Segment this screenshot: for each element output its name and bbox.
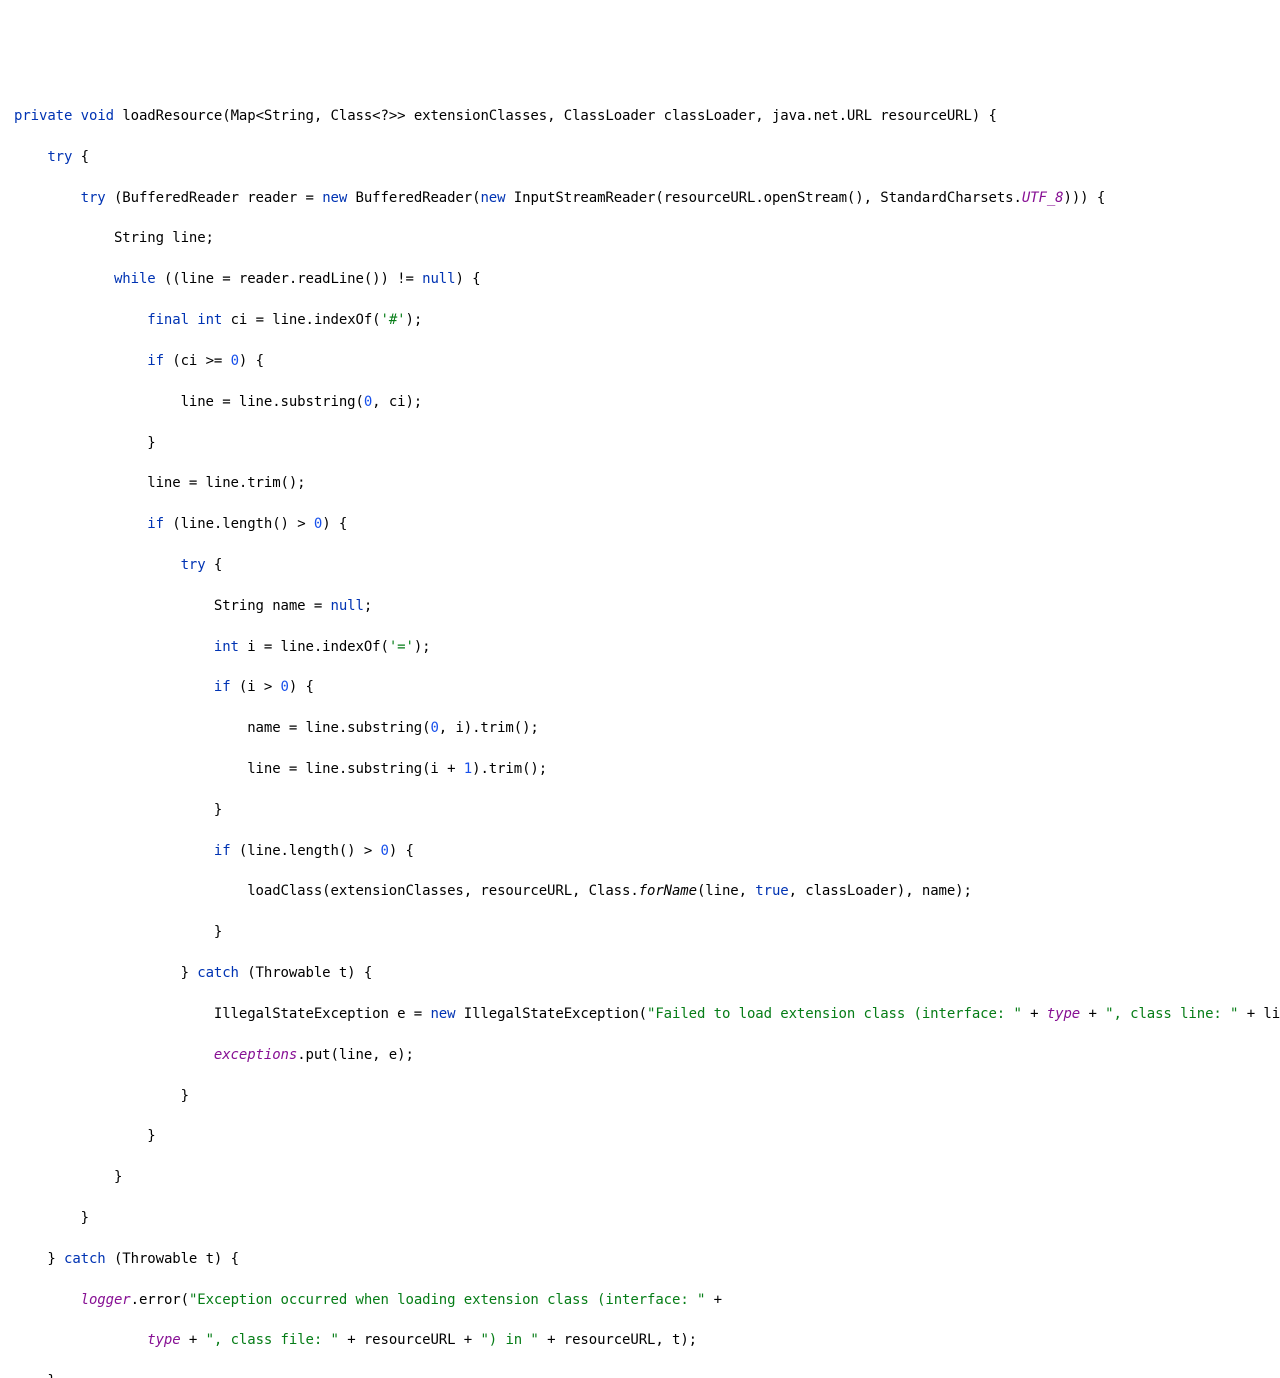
- code-line: if (line.length() > 0) {: [14, 841, 1266, 861]
- code-line: loadClass(extensionClasses, resourceURL,…: [14, 881, 1266, 901]
- code-line: try (BufferedReader reader = new Buffere…: [14, 188, 1266, 208]
- code-line: try {: [14, 147, 1266, 167]
- code-line: while ((line = reader.readLine()) != nul…: [14, 269, 1266, 289]
- code-line: }: [14, 922, 1266, 942]
- code-line: type + ", class file: " + resourceURL + …: [14, 1330, 1266, 1350]
- code-line: int i = line.indexOf('=');: [14, 637, 1266, 657]
- code-line: name = line.substring(0, i).trim();: [14, 718, 1266, 738]
- code-line: }: [14, 1371, 1266, 1378]
- code-line: }: [14, 433, 1266, 453]
- code-line: }: [14, 800, 1266, 820]
- code-line: line = line.substring(0, ci);: [14, 392, 1266, 412]
- code-line: if (line.length() > 0) {: [14, 514, 1266, 534]
- code-line: }: [14, 1086, 1266, 1106]
- code-line: String line;: [14, 228, 1266, 248]
- code-line: String name = null;: [14, 596, 1266, 616]
- code-block: private void loadResource(Map<String, Cl…: [14, 86, 1266, 1378]
- code-line: if (ci >= 0) {: [14, 351, 1266, 371]
- code-line: if (i > 0) {: [14, 677, 1266, 697]
- code-line: final int ci = line.indexOf('#');: [14, 310, 1266, 330]
- code-line: private void loadResource(Map<String, Cl…: [14, 106, 1266, 126]
- code-line: exceptions.put(line, e);: [14, 1045, 1266, 1065]
- code-line: }: [14, 1167, 1266, 1187]
- code-line: } catch (Throwable t) {: [14, 963, 1266, 983]
- code-line: line = line.trim();: [14, 473, 1266, 493]
- code-line: IllegalStateException e = new IllegalSta…: [14, 1004, 1266, 1024]
- code-line: } catch (Throwable t) {: [14, 1249, 1266, 1269]
- code-line: logger.error("Exception occurred when lo…: [14, 1290, 1266, 1310]
- code-line: try {: [14, 555, 1266, 575]
- code-line: line = line.substring(i + 1).trim();: [14, 759, 1266, 779]
- code-line: }: [14, 1208, 1266, 1228]
- code-line: }: [14, 1126, 1266, 1146]
